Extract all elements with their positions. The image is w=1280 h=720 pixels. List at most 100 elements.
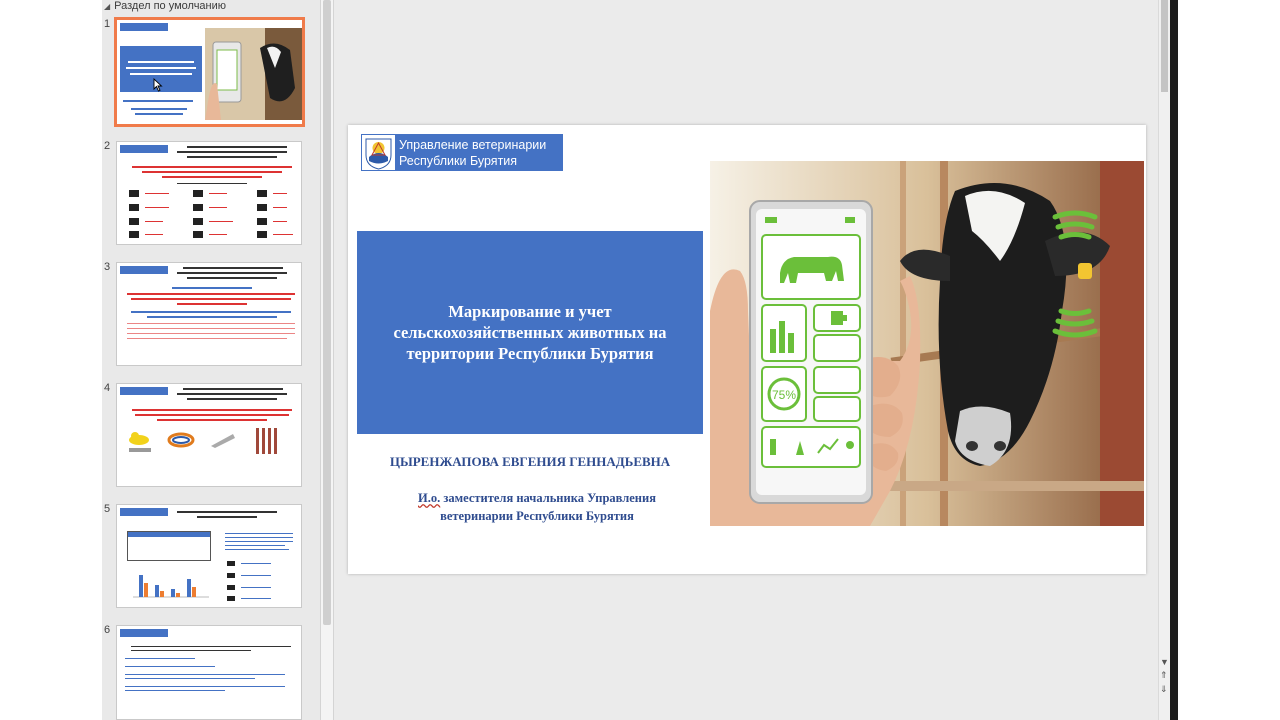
left-margin <box>0 0 102 720</box>
thumb-text-line <box>125 686 285 687</box>
collapse-triangle-icon[interactable]: ◢ <box>104 2 110 11</box>
thumb-text-line <box>241 587 271 588</box>
position-line1: заместителя начальника Управления <box>440 491 656 505</box>
editor-vertical-scrollbar[interactable]: ▼ ⇑ ⇓ <box>1158 0 1170 720</box>
animal-icon <box>227 585 235 590</box>
thumb-text-line <box>125 666 215 667</box>
thumb-text-line <box>132 166 292 168</box>
title-line: Маркирование и учет <box>448 302 612 321</box>
slide-number: 1 <box>104 18 111 30</box>
position-prefix: И.о. <box>418 491 441 505</box>
thumb-text-line <box>131 108 187 110</box>
org-name-line1: Управление ветеринарии <box>399 138 547 152</box>
thumb-text-line <box>131 298 291 300</box>
slide-thumbnail-4[interactable] <box>116 383 302 487</box>
thumb-text-line <box>131 650 251 651</box>
thumb-text-line <box>209 193 227 194</box>
thumb-text-line <box>135 113 183 115</box>
section-label: Раздел по умолчанию <box>114 0 227 12</box>
thumb-text-line <box>183 388 283 390</box>
thumb-text-line <box>125 678 255 679</box>
slide-thumbnail-6[interactable] <box>116 625 302 720</box>
thumb-text-line <box>225 541 293 542</box>
thumb-bar-chart <box>133 575 209 598</box>
window-border <box>1170 0 1178 720</box>
thumb-text-line <box>273 221 287 222</box>
slide-thumbnail-2[interactable] <box>116 141 302 245</box>
scroll-down-arrow-icon[interactable]: ▼ <box>1160 657 1169 667</box>
thumb-text-line <box>125 658 195 659</box>
animal-icon <box>193 190 203 197</box>
slide-thumbnail-1[interactable] <box>114 17 305 127</box>
animal-icon <box>257 204 267 211</box>
thumb-text-line <box>225 549 289 550</box>
thumb-ear-tags <box>129 428 277 454</box>
thumb-logo <box>120 387 168 395</box>
animal-icon <box>193 231 203 238</box>
thumb-text-line <box>241 563 271 564</box>
thumb-text-line <box>127 338 287 339</box>
thumb-text-line <box>125 690 225 691</box>
current-slide[interactable]: Управление ветеринарии Республики Буряти… <box>348 125 1146 574</box>
thumb-text-line <box>131 646 291 647</box>
thumb-text-line <box>187 277 277 279</box>
next-slide-icon[interactable]: ⇓ <box>1160 684 1168 694</box>
coat-of-arms-icon <box>361 134 396 171</box>
thumb-text-line <box>132 409 292 411</box>
thumb-text-line <box>225 545 285 546</box>
animal-icon <box>227 596 235 601</box>
thumb-text-line <box>177 511 277 513</box>
animal-icon <box>129 204 139 211</box>
animal-icon <box>257 190 267 197</box>
thumb-text-line <box>209 207 227 208</box>
author-position[interactable]: И.о. заместителя начальника Управления в… <box>357 489 717 525</box>
thumb-text-line <box>125 674 285 675</box>
thumb-text-line <box>123 100 193 102</box>
thumb-text-line <box>157 419 267 421</box>
thumb-photo <box>205 28 302 120</box>
thumb-text-line <box>135 414 289 416</box>
thumb-text-line <box>145 207 169 208</box>
thumb-text-line <box>177 393 287 395</box>
thumb-text-line <box>172 287 252 289</box>
slide-number: 3 <box>104 261 111 273</box>
slide-thumbnail-5[interactable] <box>116 504 302 608</box>
thumbnail-pane-scrollbar[interactable] <box>320 0 334 720</box>
animal-icon <box>193 204 203 211</box>
scrollbar-thumb[interactable] <box>1161 0 1168 92</box>
thumb-logo <box>120 508 168 516</box>
org-name: Управление ветеринарии Республики Буряти… <box>399 137 546 169</box>
animal-icon <box>227 561 235 566</box>
thumb-text-line <box>197 516 257 518</box>
title-placeholder[interactable]: Маркирование и учет сельскохозяйственных… <box>357 231 703 434</box>
thumb-logo <box>120 145 168 153</box>
section-header[interactable]: ◢ Раздел по умолчанию <box>104 0 226 12</box>
animal-icon <box>257 218 267 225</box>
thumb-text-line <box>225 537 293 538</box>
thumb-text-line <box>145 221 163 222</box>
thumb-text-line <box>147 316 277 318</box>
thumb-text-line <box>183 267 283 269</box>
slide-thumbnail-3[interactable] <box>116 262 302 366</box>
thumb-logo <box>120 629 168 637</box>
animal-icon <box>193 218 203 225</box>
animal-icon <box>129 218 139 225</box>
org-name-line2: Республики Бурятия <box>399 154 518 168</box>
thumb-text-line <box>187 156 277 158</box>
thumb-text-line <box>177 151 287 153</box>
animal-icon <box>227 573 235 578</box>
thumb-text-line <box>145 234 163 235</box>
cover-photo[interactable]: 75% <box>710 161 1144 526</box>
slide-number: 6 <box>104 624 111 636</box>
slide-number: 4 <box>104 382 111 394</box>
thumb-text-line <box>127 323 295 324</box>
slide-number: 5 <box>104 503 111 515</box>
previous-slide-icon[interactable]: ⇑ <box>1160 670 1168 680</box>
title-line: территории Республики Бурятия <box>406 344 654 363</box>
org-logo-banner: Управление ветеринарии Республики Буряти… <box>361 134 563 171</box>
author-name[interactable]: ЦЫРЕНЖАПОВА ЕВГЕНИЯ ГЕННАДЬЕВНА <box>357 454 703 470</box>
thumb-text-line <box>209 234 227 235</box>
thumb-logo <box>120 266 168 274</box>
scrollbar-thumb[interactable] <box>323 0 331 625</box>
thumb-text-line <box>127 328 295 329</box>
